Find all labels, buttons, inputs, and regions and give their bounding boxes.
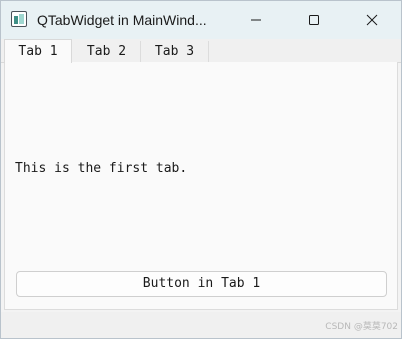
minimize-button[interactable] <box>233 1 279 39</box>
tab-1-button[interactable]: Button in Tab 1 <box>16 271 387 297</box>
watermark-text: CSDN @莫莫702 <box>325 322 398 332</box>
tab-1[interactable]: Tab 1 <box>4 39 72 63</box>
close-button[interactable] <box>349 1 395 39</box>
maximize-button[interactable] <box>291 1 337 39</box>
main-window: QTabWidget in MainWind... Tab 1 Tab 2 Ta… <box>0 0 402 339</box>
tab-3[interactable]: Tab 3 <box>141 41 209 62</box>
maximize-icon <box>309 15 319 25</box>
tab-content-label: This is the first tab. <box>15 161 188 176</box>
qt-app-icon <box>11 11 27 27</box>
window-title: QTabWidget in MainWind... <box>37 12 207 28</box>
minimize-icon <box>251 19 261 21</box>
tab-panel: This is the first tab. Button in Tab 1 <box>4 62 398 310</box>
close-icon <box>366 14 378 26</box>
tab-2[interactable]: Tab 2 <box>73 41 141 62</box>
title-bar[interactable]: QTabWidget in MainWind... <box>1 1 401 39</box>
